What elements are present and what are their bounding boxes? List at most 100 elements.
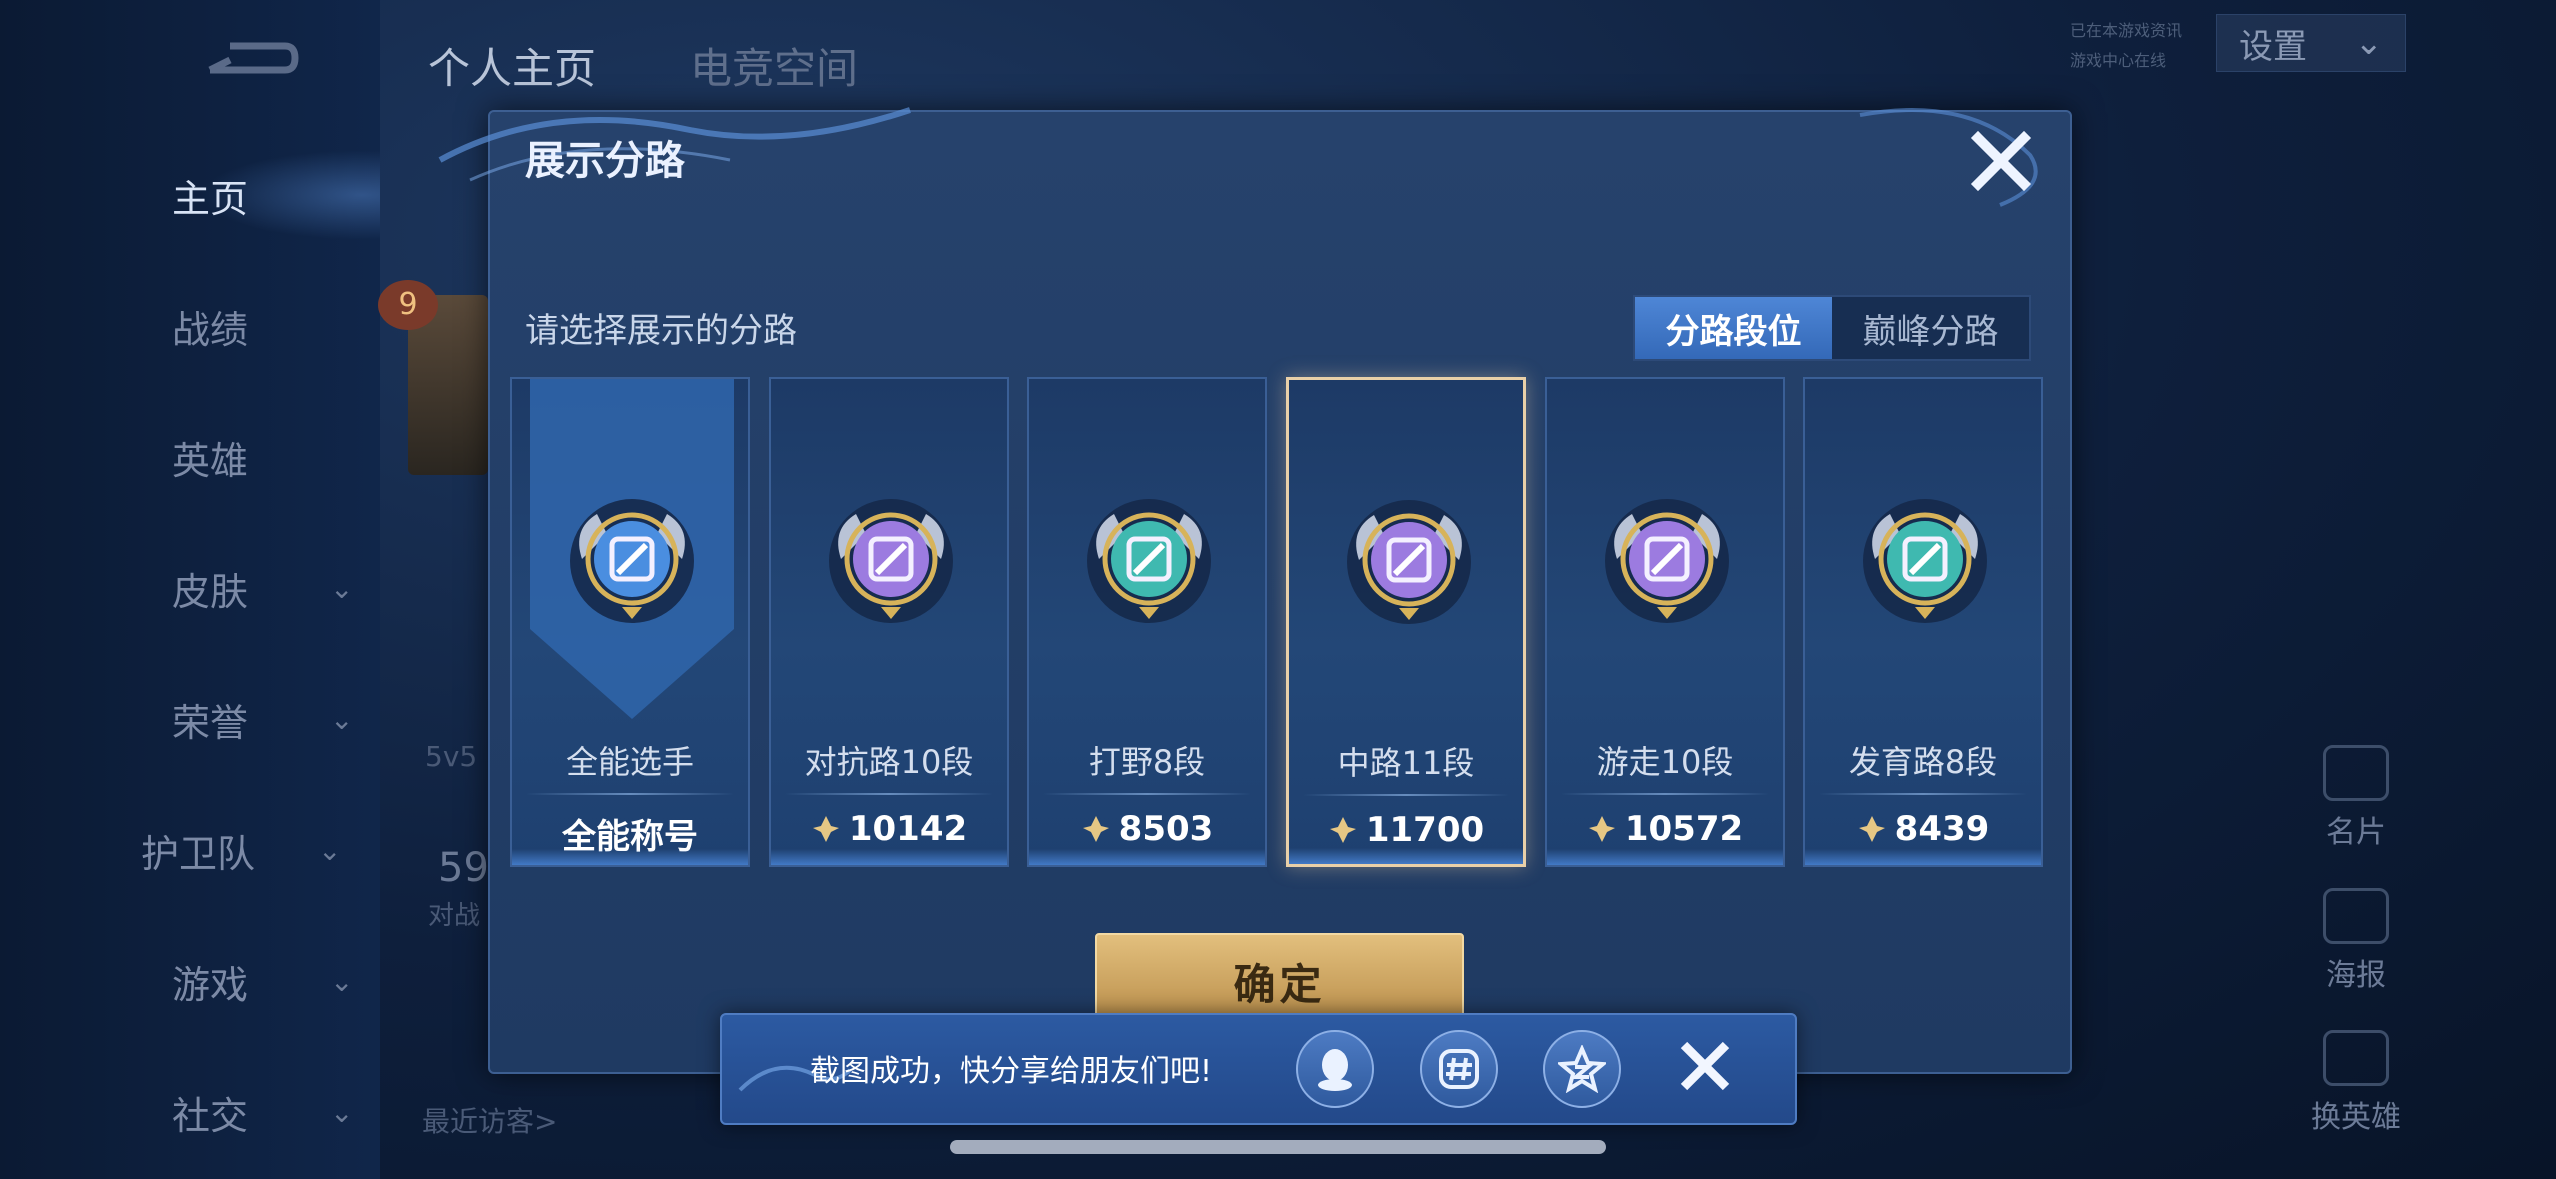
status-line-2: 游戏中心在线 xyxy=(2070,51,2167,70)
card-bottom-glow xyxy=(1547,849,1783,865)
rank-points-icon xyxy=(1329,817,1356,843)
lane-card-name: 中路11段 xyxy=(1337,744,1475,782)
lane-card-score: 8503 xyxy=(1029,809,1265,849)
lane-card[interactable]: 全能选手 全能称号 xyxy=(510,377,750,867)
lane-card-score-value: 11700 xyxy=(1365,810,1485,850)
lane-card-score: 10142 xyxy=(771,809,1007,849)
toast-close-icon[interactable] xyxy=(1672,1033,1738,1099)
rank-points-icon xyxy=(1082,816,1109,842)
toggle-peak-lane[interactable]: 巅峰分路 xyxy=(1832,297,2029,359)
all-round-emblem-icon xyxy=(570,499,694,623)
lane-card-name: 对抗路10段 xyxy=(804,743,974,781)
farm-lane-emblem-icon xyxy=(1863,499,1987,623)
lane-card[interactable]: 对抗路10段 10142 xyxy=(769,377,1009,867)
toast-message: 截图成功，快分享给朋友们吧! xyxy=(810,1054,1213,1089)
nav-item[interactable]: 荣誉 ⌄ xyxy=(150,689,410,749)
chevron-down-icon: ⌄ xyxy=(318,833,342,867)
rank-points-icon xyxy=(1588,816,1615,842)
nav-item-label: 荣誉 xyxy=(171,700,248,745)
side-card-button[interactable]: 名片 xyxy=(2286,745,2426,851)
close-icon[interactable] xyxy=(1968,128,2034,194)
nav-item-label: 护卫队 xyxy=(140,831,255,876)
dialog-corner-decoration xyxy=(1859,108,2038,207)
dialog-title: 展示分路 xyxy=(525,138,685,184)
wechat-moments-icon xyxy=(1439,1049,1479,1089)
chevron-down-icon: ⌄ xyxy=(330,964,354,998)
divider xyxy=(1561,793,1769,795)
settings-label: 设置 xyxy=(2239,26,2307,67)
lane-card-score: 8439 xyxy=(1805,809,2041,849)
lane-card-score: 11700 xyxy=(1289,810,1523,850)
nav-item-label: 主页 xyxy=(171,176,248,221)
nav-item[interactable]: 英雄 xyxy=(150,427,410,487)
lane-card-score: 10572 xyxy=(1547,809,1783,849)
qq-icon xyxy=(1318,1049,1352,1091)
side-poster-label: 海报 xyxy=(2326,958,2386,993)
poster-icon xyxy=(2323,888,2389,944)
clash-lane-emblem-icon xyxy=(829,499,953,623)
toggle-lane-rank[interactable]: 分路段位 xyxy=(1635,297,1832,359)
recent-visitors-link[interactable]: 最近访客> xyxy=(422,1100,557,1140)
rank-points-icon xyxy=(812,816,839,842)
nav-item-label: 皮肤 xyxy=(171,569,248,614)
nav-item-label: 英雄 xyxy=(171,438,248,483)
share-qq-button[interactable] xyxy=(1296,1030,1374,1108)
divider xyxy=(1303,794,1509,796)
dialog-subtitle: 请选择展示的分路 xyxy=(525,311,797,351)
nav-item[interactable]: 战绩 xyxy=(150,296,410,356)
lane-card[interactable]: 打野8段 8503 xyxy=(1027,377,1267,867)
lane-card-score-value: 8439 xyxy=(1894,809,1990,849)
nav-item-label: 战绩 xyxy=(171,307,248,352)
status-info: 已在本游戏资讯 游戏中心在线 xyxy=(2070,16,2182,76)
lane-card-score-value: 10142 xyxy=(848,809,968,849)
hero-icon xyxy=(2323,1030,2389,1086)
mode-text: 5v5 xyxy=(425,740,478,773)
match-count: 59 xyxy=(438,845,489,891)
lane-card-name: 全能选手 xyxy=(565,743,694,781)
card-bottom-glow xyxy=(512,849,748,865)
lane-card[interactable]: 游走10段 10572 xyxy=(1545,377,1785,867)
nav-item[interactable]: 游戏 ⌄ xyxy=(150,951,410,1011)
lane-card-name: 游走10段 xyxy=(1596,743,1734,781)
card-icon xyxy=(2323,745,2389,801)
chevron-down-icon: ⌄ xyxy=(330,702,354,736)
mid-lane-emblem-icon xyxy=(1347,500,1471,624)
lane-mode-toggle: 分路段位 巅峰分路 xyxy=(1633,295,2031,361)
home-indicator[interactable] xyxy=(950,1140,1606,1154)
share-qzone-button[interactable] xyxy=(1543,1030,1621,1108)
nav-item[interactable]: 社交 ⌄ xyxy=(150,1082,410,1142)
lane-card-score-value: 10572 xyxy=(1624,809,1744,849)
back-arrow-icon[interactable] xyxy=(190,30,300,90)
card-bottom-glow xyxy=(1805,849,2041,865)
nav-item[interactable]: 主页 xyxy=(150,165,410,225)
nav-item[interactable]: 护卫队 ⌄ xyxy=(138,820,398,880)
tab-esports[interactable]: 电竞空间 xyxy=(690,35,858,96)
card-bottom-glow xyxy=(1029,849,1265,865)
side-poster-button[interactable]: 海报 xyxy=(2286,888,2426,994)
settings-dropdown[interactable]: 设置 ⌄ xyxy=(2216,14,2406,72)
nav-item[interactable]: 皮肤 ⌄ xyxy=(150,558,410,618)
tab-profile[interactable]: 个人主页 xyxy=(428,35,596,96)
qzone-icon xyxy=(1558,1045,1606,1093)
rank-points-icon xyxy=(1858,816,1885,842)
side-change-hero-button[interactable]: 换英雄 xyxy=(2286,1030,2426,1136)
lane-card-name: 发育路8段 xyxy=(1848,743,1998,781)
chevron-down-icon: ⌄ xyxy=(2354,23,2384,63)
share-moments-button[interactable] xyxy=(1420,1030,1498,1108)
divider xyxy=(1819,793,2027,795)
side-card-label: 名片 xyxy=(2326,815,2386,850)
match-label: 对战 xyxy=(428,901,481,931)
lane-card[interactable]: 中路11段 11700 xyxy=(1286,377,1526,867)
divider xyxy=(526,793,734,795)
jungle-emblem-icon xyxy=(1087,499,1211,623)
side-change-hero-label: 换英雄 xyxy=(2311,1100,2401,1135)
chevron-down-icon: ⌄ xyxy=(330,571,354,605)
divider xyxy=(1043,793,1251,795)
chevron-down-icon: ⌄ xyxy=(330,1095,354,1129)
card-bottom-glow xyxy=(1289,848,1523,864)
level-badge: 9 xyxy=(378,280,438,330)
lane-card[interactable]: 发育路8段 8439 xyxy=(1803,377,2043,867)
roam-emblem-icon xyxy=(1605,499,1729,623)
card-bottom-glow xyxy=(771,849,1007,865)
lane-card-name: 打野8段 xyxy=(1088,743,1206,781)
